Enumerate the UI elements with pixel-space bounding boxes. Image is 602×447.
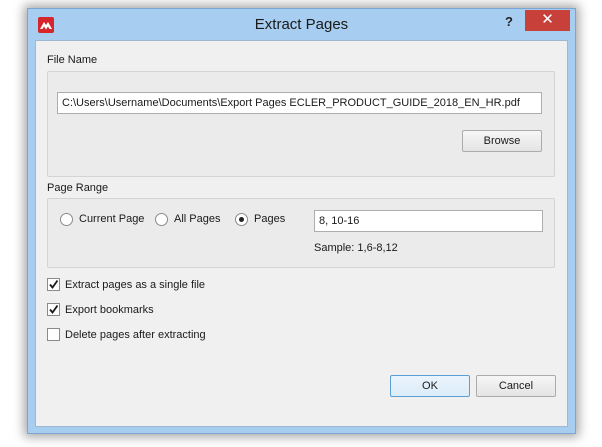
checkbox-delete-pages[interactable] (47, 328, 60, 341)
file-path-input[interactable]: C:\Users\Username\Documents\Export Pages… (57, 92, 542, 114)
ok-button[interactable]: OK (390, 375, 470, 397)
help-button[interactable]: ? (498, 12, 520, 32)
radio-current-page-label[interactable]: Current Page (79, 213, 144, 225)
page-range-group: Current Page All Pages Pages 8, 10-16 Sa… (47, 198, 555, 268)
window-title: Extract Pages (254, 16, 349, 33)
radio-selected-dot (239, 217, 244, 222)
radio-pages[interactable] (235, 213, 248, 226)
page-range-label: Page Range (47, 182, 109, 194)
file-name-group: C:\Users\Username\Documents\Export Pages… (47, 71, 555, 177)
checkbox-single-file[interactable] (47, 278, 60, 291)
dialog-body: File Name C:\Users\Username\Documents\Ex… (35, 40, 568, 427)
title-bar[interactable]: Extract Pages ? ✕ (28, 9, 575, 39)
browse-button[interactable]: Browse (462, 130, 542, 152)
checkbox-delete-pages-label[interactable]: Delete pages after extracting (65, 329, 206, 341)
radio-current-page[interactable] (60, 213, 73, 226)
checkmark-icon (49, 304, 59, 314)
pages-sample-hint: Sample: 1,6-8,12 (314, 242, 398, 254)
radio-all-pages-label[interactable]: All Pages (174, 213, 220, 225)
extract-pages-dialog: Extract Pages ? ✕ File Name C:\Users\Use… (27, 8, 576, 434)
cancel-button[interactable]: Cancel (476, 375, 556, 397)
checkmark-icon (49, 279, 59, 289)
file-name-label: File Name (47, 54, 98, 66)
pages-range-input[interactable]: 8, 10-16 (314, 210, 543, 232)
checkbox-single-file-label[interactable]: Extract pages as a single file (65, 279, 205, 291)
close-button[interactable]: ✕ (525, 10, 570, 31)
radio-all-pages[interactable] (155, 213, 168, 226)
screenshot-background: Extract Pages ? ✕ File Name C:\Users\Use… (0, 0, 602, 447)
checkbox-export-bookmarks[interactable] (47, 303, 60, 316)
radio-pages-label[interactable]: Pages (254, 213, 285, 225)
checkbox-export-bookmarks-label[interactable]: Export bookmarks (65, 304, 154, 316)
